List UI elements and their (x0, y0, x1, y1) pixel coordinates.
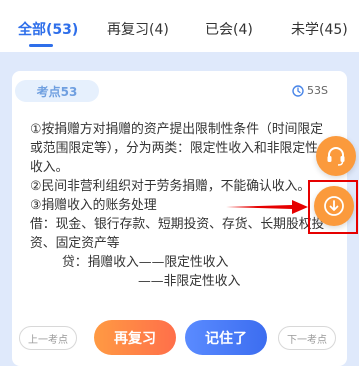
knowledge-point-card: 考点53 53S ①按捐赠方对捐赠的资产提出限制性条件（时间限定或范围限定等），… (12, 71, 347, 366)
remembered-button[interactable]: 记住了 (185, 320, 267, 355)
content-line: ①按捐赠方对捐赠的资产提出限制性条件（时间限定或范围限定等），分为两类：限定性收… (30, 122, 324, 175)
previous-point-button[interactable]: 上一考点 (19, 326, 77, 350)
download-icon (324, 196, 344, 216)
knowledge-point-tag: 考点53 (15, 80, 99, 102)
next-point-button[interactable]: 下一考点 (278, 326, 336, 350)
tab-bar: 全部(53) 再复习(4) 已会(4) 未学(45) (0, 0, 359, 52)
clock-icon (292, 84, 304, 97)
review-again-button[interactable]: 再复习 (94, 320, 176, 355)
content-line: ——非限定性收入 (138, 274, 241, 289)
tab-review-again[interactable]: 再复习(4) (107, 19, 169, 39)
tab-all[interactable]: 全部(53) (18, 19, 78, 39)
timer-value: 53S (307, 84, 328, 97)
content-line: 借：现金、银行存款、短期投资、存货、长期股权投资、固定资产等 (30, 217, 325, 251)
tab-mastered[interactable]: 已会(4) (205, 19, 253, 39)
content-line: ②民间非营利组织对于劳务捐赠，不能确认收入。 (30, 179, 311, 194)
study-timer: 53S (292, 84, 328, 97)
active-tab-indicator (29, 44, 53, 47)
tab-not-learned[interactable]: 未学(45) (291, 19, 348, 39)
red-arrow-icon (226, 200, 308, 214)
download-button[interactable] (314, 186, 354, 226)
content-line: 贷：捐赠收入——限定性收入 (62, 255, 229, 270)
headset-icon (327, 147, 345, 166)
customer-service-button[interactable] (316, 136, 356, 176)
